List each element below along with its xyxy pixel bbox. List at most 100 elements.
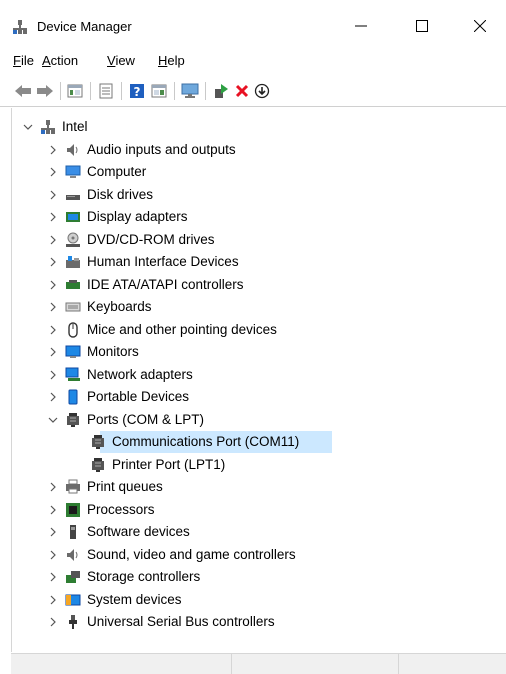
uninstall-device-icon [235,84,249,98]
tree-item-computer[interactable]: Computer [0,161,506,183]
chevron-right-icon[interactable] [48,302,58,312]
chevron-right-icon[interactable] [48,167,58,177]
tree-node-label: Display adapters [87,209,188,224]
toolbar-separator [174,82,175,100]
tree-node-label: Ports (COM & LPT) [87,411,205,427]
keyboard-icon [65,302,81,312]
tree-item-disk-drives[interactable]: Disk drives [0,184,506,206]
tree-item-audio-inputs-and-outputs[interactable]: Audio inputs and outputs [0,139,506,161]
chevron-right-icon[interactable] [48,617,58,627]
back-button[interactable] [14,82,32,100]
chevron-right-icon[interactable] [48,370,58,380]
status-bar-divider [398,654,399,674]
chevron-down-icon[interactable] [23,122,33,132]
menu-view[interactable]: View [107,53,135,68]
chevron-right-icon[interactable] [48,527,58,537]
tree-node-label: Sound, video and game controllers [87,546,296,562]
forward-button[interactable] [36,82,54,100]
tree-item-sound-video-and-game-controllers[interactable]: Sound, video and game controllers [0,544,506,566]
processor-icon [66,502,80,517]
chevron-down-icon[interactable] [48,415,58,425]
maximize-button[interactable] [402,12,442,40]
uninstall-device-button[interactable] [233,82,251,100]
tree-item-storage-controllers[interactable]: Storage controllers [0,566,506,588]
chevron-right-icon[interactable] [48,280,58,290]
tree-node-label: Print queues [87,479,163,494]
tree-node-label: Portable Devices [87,389,190,404]
tree-node-label: Intel [62,119,88,134]
chevron-right-icon[interactable] [48,325,58,335]
toolbar: ? [0,76,506,107]
tree-item-communications-port-com11[interactable]: Communications Port (COM11) [0,431,506,453]
tree-node-label: Human Interface Devices [87,254,239,269]
back-arrow-icon [15,85,31,97]
tree-item-display-adapters[interactable]: Display adapters [0,206,506,228]
properties-icon [99,83,113,99]
tree-node-label: Printer Port (LPT1) [112,456,226,472]
tree-item-printer-port-lpt1[interactable]: Printer Port (LPT1) [0,454,506,476]
tree-item-software-devices[interactable]: Software devices [0,521,506,543]
tree-node-label: System devices [87,591,182,607]
chevron-right-icon[interactable] [48,257,58,267]
tree-item-monitors[interactable]: Monitors [0,341,506,363]
title-bar: Device Manager [0,0,506,46]
properties-button[interactable] [97,82,115,100]
tree-item-processors[interactable]: Processors [0,499,506,521]
tree-node-label: Universal Serial Bus controllers [87,614,275,629]
scan-hardware-button[interactable] [181,82,199,100]
close-button[interactable] [460,12,500,40]
chevron-right-icon[interactable] [48,392,58,402]
tree-item-keyboards[interactable]: Keyboards [0,296,506,318]
close-icon [474,20,486,32]
minimize-button[interactable] [341,12,381,40]
software-device-icon [70,525,76,539]
tree-item-human-interface-devices[interactable]: Human Interface Devices [0,251,506,273]
svg-text:?: ? [134,85,141,99]
chevron-right-icon[interactable] [48,235,58,245]
toolbar-separator [121,82,122,100]
tree-node-label: IDE ATA/ATAPI controllers [87,276,244,292]
chevron-right-icon[interactable] [48,347,58,357]
menu-action[interactable]: Action [42,53,78,68]
speaker-icon [67,143,78,156]
help-button[interactable]: ? [128,82,146,100]
chevron-right-icon[interactable] [48,595,58,605]
tree-root-intel[interactable]: Intel [0,116,506,138]
chevron-right-icon[interactable] [48,572,58,582]
show-hide-console-tree-button[interactable] [66,82,84,100]
menu-help[interactable]: Help [158,53,185,68]
action-pane-button[interactable] [150,82,168,100]
tree-item-network-adapters[interactable]: Network adapters [0,364,506,386]
tree-node-label: Audio inputs and outputs [87,141,236,157]
tree-node-label: Computer [87,164,147,179]
chevron-right-icon[interactable] [48,550,58,560]
chevron-right-icon[interactable] [48,212,58,222]
tree-node-label: Software devices [87,524,190,539]
update-driver-button[interactable] [212,82,230,100]
disable-device-icon [254,83,270,99]
tree-item-system-devices[interactable]: System devices [0,589,506,611]
tree-item-ports-com-lpt[interactable]: Ports (COM & LPT) [0,409,506,431]
port-icon [67,412,79,427]
tree-node-label: Communications Port (COM11) [112,434,300,449]
mouse-icon [68,321,78,338]
tree-item-universal-serial-bus-controllers[interactable]: Universal Serial Bus controllers [0,611,506,633]
disk-drive-icon [66,194,80,200]
tree-item-portable-devices[interactable]: Portable Devices [0,386,506,408]
chevron-right-icon[interactable] [48,505,58,515]
menu-bar: File Action View Help [0,50,506,72]
scan-hardware-icon [181,83,199,98]
menu-file[interactable]: File [13,53,34,68]
chevron-right-icon[interactable] [48,190,58,200]
disable-device-button[interactable] [253,82,271,100]
tree-item-dvd-cd-rom-drives[interactable]: DVD/CD-ROM drives [0,229,506,251]
tree-item-ide-ata-atapi-controllers[interactable]: IDE ATA/ATAPI controllers [0,274,506,296]
chevron-right-icon[interactable] [48,482,58,492]
tree-item-mice-and-other-pointing-devices[interactable]: Mice and other pointing devices [0,319,506,341]
chevron-right-icon[interactable] [48,145,58,155]
port-icon [92,457,104,472]
maximize-icon [416,20,428,32]
forward-arrow-icon [37,85,53,97]
minimize-icon [355,25,367,27]
tree-item-print-queues[interactable]: Print queues [0,476,506,498]
